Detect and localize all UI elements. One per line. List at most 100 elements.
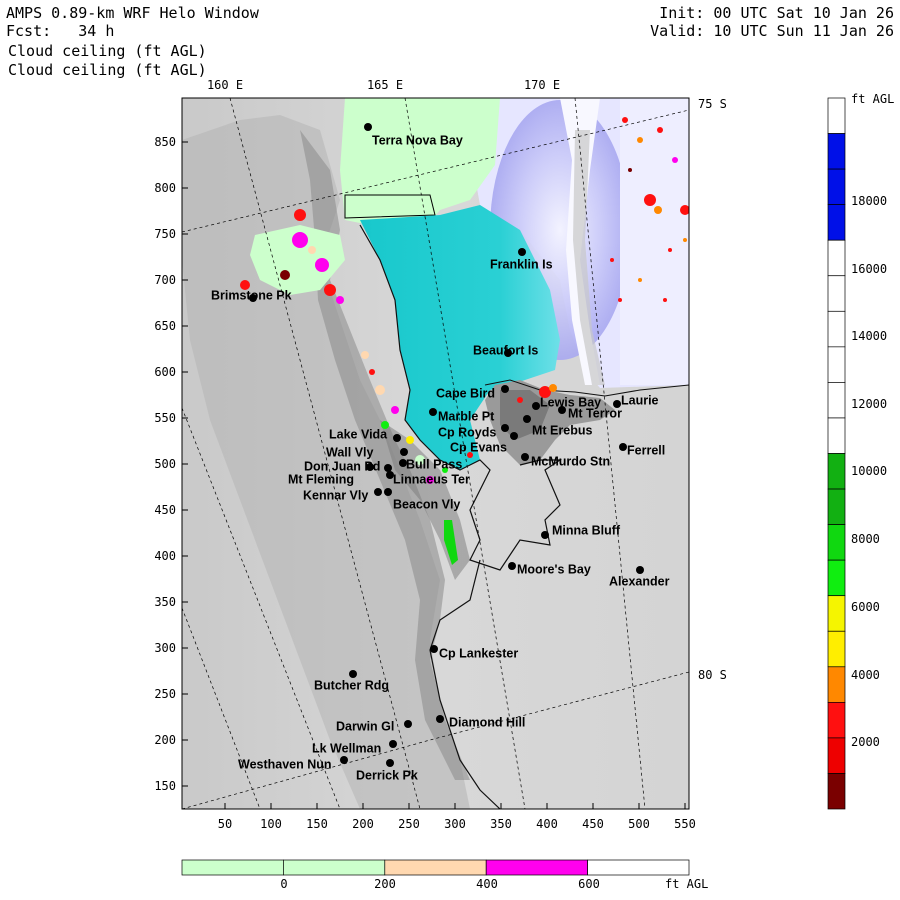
place-name: Don Juan Pd (304, 459, 380, 473)
y-tick-label: 200 (154, 733, 176, 747)
place-marker (364, 123, 372, 131)
lon-label: 160 E (207, 78, 243, 92)
colorbar-right-swatch (827, 666, 846, 703)
place-name: Westhaven Nun (238, 757, 332, 771)
place-marker (501, 424, 509, 432)
colorbar-right-swatch (827, 346, 846, 383)
colorbar-right: ft AGL 18000 16000 14000 12000 10000 8000 6000 4… (827, 92, 894, 810)
colorbar-bottom-swatch (587, 859, 690, 876)
colorbar-bottom-unit: ft AGL (665, 877, 708, 891)
x-tick-label: 450 (582, 817, 604, 831)
place-30: Westhaven Nun (238, 756, 348, 771)
colorbar-bottom-swatch (384, 859, 487, 876)
place-name: Laurie (621, 393, 659, 407)
place-name: Wall Vly (326, 445, 374, 459)
y-tick-label: 350 (154, 595, 176, 609)
colorbar-right-swatch (827, 97, 846, 134)
place-name: Cp Lankester (439, 646, 518, 660)
place-8: Marble Pt (429, 408, 495, 423)
place-3: Beaufort Is (473, 343, 538, 357)
place-name: Cape Bird (436, 386, 495, 400)
colorbar-right-swatch (827, 417, 846, 454)
place-marker (384, 464, 392, 472)
place-23: Moore's Bay (508, 562, 591, 576)
place-name: Cp Evans (450, 440, 507, 454)
colorbar-right-swatch (827, 133, 846, 170)
colorbar-bottom-swatch (283, 859, 386, 876)
place-28: Diamond Hill (436, 715, 525, 729)
colorbar-bottom-swatch (181, 859, 284, 876)
place-marker (384, 488, 392, 496)
place-16: McMurdo Stn (521, 453, 610, 468)
place-marker (430, 645, 438, 653)
place-name: Brimstone Pk (211, 288, 292, 302)
place-marker (436, 715, 444, 723)
y-tick-label: 300 (154, 641, 176, 655)
y-tick-label: 800 (154, 181, 176, 195)
place-name: Mt Erebus (532, 423, 592, 437)
x-tick-label: 100 (260, 817, 282, 831)
x-tick-label: 300 (444, 817, 466, 831)
y-tick-label: 750 (154, 227, 176, 241)
place-marker (508, 562, 516, 570)
place-name: Mt Terror (568, 406, 622, 420)
y-tick-label: 600 (154, 365, 176, 379)
place-marker (518, 248, 526, 256)
place-marker (541, 531, 549, 539)
place-name: Beaufort Is (473, 343, 538, 357)
place-22: Minna Bluff (541, 523, 621, 539)
place-17: Don Juan Pd (304, 459, 380, 473)
place-name: Butcher Rdg (314, 678, 389, 692)
colorbar-right-swatch (827, 382, 846, 419)
lat-label: 75 S (698, 97, 727, 111)
place-15: Bull Pass (399, 457, 462, 471)
place-name: Alexander (609, 574, 670, 588)
colorbar-right-swatch (827, 701, 846, 739)
map-plot-area (182, 98, 689, 809)
place-marker (386, 759, 394, 767)
lon-label: 165 E (367, 78, 403, 92)
place-name: Marble Pt (438, 409, 495, 423)
y-tick-label: 550 (154, 411, 176, 425)
y-tick-label: 500 (154, 457, 176, 471)
place-name: Minna Bluff (552, 523, 621, 537)
place-19: Linnaeus Ter (386, 471, 470, 486)
y-tick-label: 850 (154, 135, 176, 149)
x-tick-label: 500 (628, 817, 650, 831)
colorbar-right-swatch (827, 310, 846, 348)
place-marker (400, 448, 408, 456)
place-marker (429, 408, 437, 416)
place-name: Linnaeus Ter (393, 472, 470, 486)
colorbar-right-swatch (827, 168, 846, 206)
colorbar-right-label: 4000 (851, 668, 880, 682)
colorbar-right-swatch (827, 453, 846, 490)
colorbar-bottom-label: 600 (578, 877, 600, 891)
colorbar-right-label: 10000 (851, 464, 887, 478)
place-marker (521, 453, 529, 461)
colorbar-bottom-swatch (485, 859, 588, 876)
colorbar-right-unit: ft AGL (851, 92, 894, 106)
place-marker (389, 740, 397, 748)
x-tick-label: 400 (536, 817, 558, 831)
y-tick-label: 150 (154, 779, 176, 793)
place-marker (523, 415, 531, 423)
place-marker (619, 443, 627, 451)
y-tick-label: 700 (154, 273, 176, 287)
place-name: Lk Wellman (312, 741, 381, 755)
place-marker (349, 670, 357, 678)
colorbar-bottom-label: 400 (476, 877, 498, 891)
y-tick-label: 450 (154, 503, 176, 517)
place-name: Ferrell (627, 443, 665, 457)
y-tick-label: 650 (154, 319, 176, 333)
place-name: Moore's Bay (517, 562, 591, 576)
place-marker (404, 720, 412, 728)
colorbar-bottom-label: 200 (374, 877, 396, 891)
place-name: Darwin Gl (336, 719, 394, 733)
place-25: Cp Lankester (430, 645, 518, 660)
place-name: Franklin Is (490, 257, 553, 271)
place-name: Bull Pass (406, 457, 462, 471)
place-name: Terra Nova Bay (372, 133, 463, 147)
colorbar-right-swatch (827, 488, 846, 525)
colorbar-right-swatch (827, 239, 846, 277)
lat-label: 80 S (698, 668, 727, 682)
